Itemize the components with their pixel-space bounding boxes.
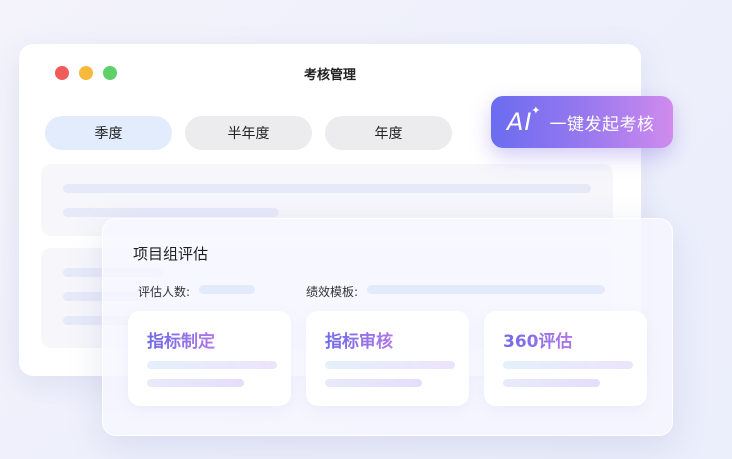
evaluation-360-title: 360评估 <box>503 327 573 352</box>
ai-mark-text: AI <box>507 108 533 136</box>
placeholder-line <box>503 379 600 387</box>
card-title: 项目组评估 <box>133 245 209 263</box>
placeholder-line <box>147 379 244 387</box>
placeholder-line <box>325 379 422 387</box>
ai-launch-review-button[interactable]: AI ✦ 一键发起考核 <box>491 96 673 148</box>
tab-half-year[interactable]: 半年度 <box>185 116 312 150</box>
evaluator-count-value-bar <box>199 285 255 294</box>
template-value-bar <box>367 285 605 294</box>
indicator-setting-card[interactable]: 指标制定 <box>128 311 291 406</box>
template-label: 绩效模板: <box>306 285 359 299</box>
placeholder-line <box>325 361 455 369</box>
evaluator-count-label: 评估人数: <box>138 285 191 299</box>
indicator-setting-title: 指标制定 <box>147 327 215 352</box>
placeholder-line <box>503 361 633 369</box>
ai-button-label: 一键发起考核 <box>549 114 655 135</box>
placeholder-line <box>63 208 279 217</box>
sparkle-icon: ✦ <box>531 104 542 117</box>
window-title: 考核管理 <box>303 68 356 83</box>
ai-logo: AI ✦ <box>507 104 540 136</box>
placeholder-line <box>63 184 591 193</box>
evaluation-360-card[interactable]: 360评估 <box>484 311 647 406</box>
indicator-review-title: 指标审核 <box>325 327 393 352</box>
project-group-evaluation-card: 项目组评估 评估人数: 绩效模板: 指标制定 指标审核 360评估 <box>102 218 673 436</box>
tab-quarter[interactable]: 季度 <box>45 116 172 150</box>
placeholder-line <box>147 361 277 369</box>
tab-year[interactable]: 年度 <box>325 116 452 150</box>
indicator-review-card[interactable]: 指标审核 <box>306 311 469 406</box>
